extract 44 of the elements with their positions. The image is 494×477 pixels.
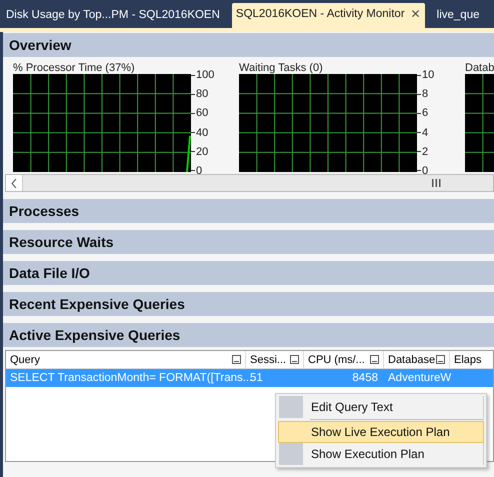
table-cell: 8458 [352,372,378,384]
document-tab[interactable]: SQL2016KOEN - Activity Monitor ✕ [232,3,425,28]
column-header[interactable]: CPU (ms/... [308,354,370,366]
grip-icon [429,179,443,187]
axis-label: 80 [196,88,208,100]
menu-item[interactable]: Show Live Execution Plan [278,421,484,443]
axis-label: 60 [196,107,208,120]
filter-icon[interactable] [232,355,241,364]
column-header[interactable]: Elaps [454,354,494,366]
axis-label: 6 [422,107,428,120]
menu-item[interactable]: Edit Query Text [278,396,484,418]
axis-label: 20 [196,146,208,158]
chart-title: % Processor Time (37%) [13,62,136,74]
chart-title: Datab [465,62,494,74]
axis-label: 10 [422,69,434,81]
close-icon[interactable]: ✕ [410,7,421,21]
axis-label: 8 [422,88,428,100]
section-header[interactable]: Recent Expensive Queries [3,292,494,316]
axis-label: 40 [196,126,208,139]
axis-label: 0 [196,164,202,174]
section-header[interactable]: Processes [3,199,494,223]
section-header[interactable]: Overview [3,33,494,57]
horizontal-scrollbar[interactable] [5,174,494,192]
section-header[interactable]: Data File I/O [3,261,494,285]
document-tab[interactable]: Disk Usage by Top...PM - SQL2016KOEN [2,5,224,28]
scroll-left-icon[interactable] [6,175,23,191]
filter-icon[interactable] [290,355,299,364]
filter-icon[interactable] [370,355,379,364]
table-cell: AdventureW [388,372,452,384]
axis-label: 100 [196,69,214,81]
section-header[interactable]: Resource Waits [3,230,494,254]
table-cell: SELECT TransactionMonth= FORMAT([Trans... [10,372,252,384]
filter-icon[interactable] [436,355,445,364]
column-header[interactable]: Sessi... [250,354,290,366]
table-cell: 51 [250,372,263,384]
axis-label: 4 [422,126,428,139]
column-header[interactable]: Database [388,354,436,366]
axis-label: 2 [422,146,428,158]
chart-title: Waiting Tasks (0) [239,62,324,74]
axis-label: 0 [422,164,428,174]
column-header[interactable]: Query [10,354,232,366]
document-tab[interactable]: live_que [432,5,484,28]
menu-item[interactable]: Show Execution Plan [278,443,484,465]
section-header[interactable]: Active Expensive Queries [3,323,494,347]
